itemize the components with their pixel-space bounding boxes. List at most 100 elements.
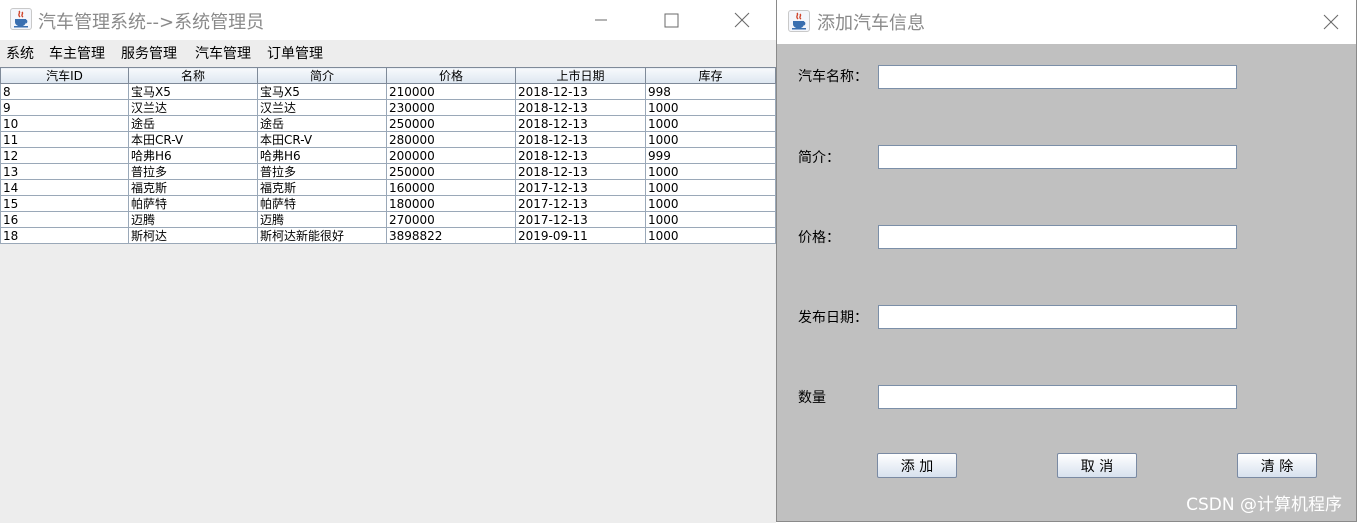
clear-button[interactable]: 清 除: [1237, 453, 1317, 478]
cell-car-id[interactable]: 10: [0, 115, 129, 132]
cell-release-date[interactable]: 2017-12-13: [515, 179, 646, 196]
column-header-name[interactable]: 名称: [128, 67, 258, 84]
cell-stock[interactable]: 1000: [645, 227, 776, 244]
cell-car-id[interactable]: 9: [0, 99, 129, 116]
cell-release-date[interactable]: 2017-12-13: [515, 195, 646, 212]
cell-price[interactable]: 250000: [386, 115, 516, 132]
cell-price[interactable]: 210000: [386, 83, 516, 100]
java-cup-icon: [788, 10, 810, 32]
table-row[interactable]: 14 福克斯 福克斯 160000 2017-12-13 1000: [0, 179, 776, 196]
cell-stock[interactable]: 1000: [645, 115, 776, 132]
cell-intro[interactable]: 宝马X5: [257, 83, 387, 100]
cell-intro[interactable]: 斯柯达新能很好: [257, 227, 387, 244]
cell-name[interactable]: 迈腾: [128, 211, 258, 228]
table-row[interactable]: 18 斯柯达 斯柯达新能很好 3898822 2019-09-11 1000: [0, 227, 776, 244]
cell-price[interactable]: 230000: [386, 99, 516, 116]
cell-price[interactable]: 280000: [386, 131, 516, 148]
cell-stock[interactable]: 1000: [645, 99, 776, 116]
cell-release-date[interactable]: 2018-12-13: [515, 163, 646, 180]
cell-car-id[interactable]: 13: [0, 163, 129, 180]
cell-intro[interactable]: 普拉多: [257, 163, 387, 180]
column-header-stock[interactable]: 库存: [645, 67, 776, 84]
cell-car-id[interactable]: 15: [0, 195, 129, 212]
quantity-input[interactable]: [878, 385, 1237, 409]
cell-price[interactable]: 250000: [386, 163, 516, 180]
cell-name[interactable]: 普拉多: [128, 163, 258, 180]
cell-car-id[interactable]: 16: [0, 211, 129, 228]
menu-order-management[interactable]: 订单管理: [267, 43, 323, 63]
cell-name[interactable]: 本田CR-V: [128, 131, 258, 148]
cell-intro[interactable]: 福克斯: [257, 179, 387, 196]
cell-release-date[interactable]: 2018-12-13: [515, 83, 646, 100]
cell-car-id[interactable]: 8: [0, 83, 129, 100]
cell-intro[interactable]: 哈弗H6: [257, 147, 387, 164]
cell-name[interactable]: 哈弗H6: [128, 147, 258, 164]
add-button[interactable]: 添 加: [877, 453, 957, 478]
cell-intro[interactable]: 帕萨特: [257, 195, 387, 212]
quantity-label: 数量: [798, 390, 826, 406]
minimize-icon[interactable]: [578, 0, 624, 40]
close-icon[interactable]: [1308, 0, 1354, 44]
cell-release-date[interactable]: 2019-09-11: [515, 227, 646, 244]
column-header-price[interactable]: 价格: [386, 67, 516, 84]
cell-price[interactable]: 180000: [386, 195, 516, 212]
cell-intro[interactable]: 汉兰达: [257, 99, 387, 116]
table-row[interactable]: 8 宝马X5 宝马X5 210000 2018-12-13 998: [0, 83, 776, 100]
cell-name[interactable]: 宝马X5: [128, 83, 258, 100]
table-row[interactable]: 13 普拉多 普拉多 250000 2018-12-13 1000: [0, 163, 776, 180]
intro-input[interactable]: [878, 145, 1237, 169]
cell-stock[interactable]: 999: [645, 147, 776, 164]
cell-intro[interactable]: 迈腾: [257, 211, 387, 228]
table-header-row: 汽车ID 名称 简介 价格 上市日期 库存: [0, 67, 776, 84]
column-header-car-id[interactable]: 汽车ID: [0, 67, 129, 84]
cell-release-date[interactable]: 2018-12-13: [515, 99, 646, 116]
release-date-input[interactable]: [878, 305, 1237, 329]
table-row[interactable]: 12 哈弗H6 哈弗H6 200000 2018-12-13 999: [0, 147, 776, 164]
table-row[interactable]: 9 汉兰达 汉兰达 230000 2018-12-13 1000: [0, 99, 776, 116]
cell-car-id[interactable]: 12: [0, 147, 129, 164]
menu-service-management[interactable]: 服务管理: [121, 43, 177, 63]
cell-intro[interactable]: 途岳: [257, 115, 387, 132]
table-row[interactable]: 10 途岳 途岳 250000 2018-12-13 1000: [0, 115, 776, 132]
cell-stock[interactable]: 1000: [645, 195, 776, 212]
table-row[interactable]: 15 帕萨特 帕萨特 180000 2017-12-13 1000: [0, 195, 776, 212]
table-row[interactable]: 11 本田CR-V 本田CR-V 280000 2018-12-13 1000: [0, 131, 776, 148]
cell-price[interactable]: 270000: [386, 211, 516, 228]
cell-release-date[interactable]: 2018-12-13: [515, 131, 646, 148]
cell-stock[interactable]: 998: [645, 83, 776, 100]
main-titlebar[interactable]: 汽车管理系统-->系统管理员: [0, 0, 776, 40]
cell-stock[interactable]: 1000: [645, 179, 776, 196]
maximize-icon[interactable]: [648, 0, 694, 40]
cell-price[interactable]: 3898822: [386, 227, 516, 244]
cell-car-id[interactable]: 18: [0, 227, 129, 244]
cell-release-date[interactable]: 2018-12-13: [515, 147, 646, 164]
cell-name[interactable]: 途岳: [128, 115, 258, 132]
cell-stock[interactable]: 1000: [645, 131, 776, 148]
cell-name[interactable]: 福克斯: [128, 179, 258, 196]
cell-price[interactable]: 200000: [386, 147, 516, 164]
cell-price[interactable]: 160000: [386, 179, 516, 196]
cell-name[interactable]: 斯柯达: [128, 227, 258, 244]
close-icon[interactable]: [719, 0, 765, 40]
menu-bar: 系统 车主管理 服务管理 汽车管理 订单管理: [0, 40, 776, 66]
cell-name[interactable]: 帕萨特: [128, 195, 258, 212]
cell-stock[interactable]: 1000: [645, 163, 776, 180]
cancel-button[interactable]: 取 消: [1057, 453, 1137, 478]
menu-car-management[interactable]: 汽车管理: [195, 43, 251, 63]
dialog-titlebar[interactable]: 添加汽车信息: [777, 0, 1356, 44]
price-input[interactable]: [878, 225, 1237, 249]
menu-owner-management[interactable]: 车主管理: [49, 43, 105, 63]
cell-intro[interactable]: 本田CR-V: [257, 131, 387, 148]
cell-release-date[interactable]: 2018-12-13: [515, 115, 646, 132]
table-row[interactable]: 16 迈腾 迈腾 270000 2017-12-13 1000: [0, 211, 776, 228]
car-name-input[interactable]: [878, 65, 1237, 89]
cell-car-id[interactable]: 14: [0, 179, 129, 196]
cell-name[interactable]: 汉兰达: [128, 99, 258, 116]
cell-stock[interactable]: 1000: [645, 211, 776, 228]
column-header-intro[interactable]: 简介: [257, 67, 387, 84]
cell-release-date[interactable]: 2017-12-13: [515, 211, 646, 228]
add-car-dialog: 添加汽车信息 汽车名称： 简介： 价格： 发布日期： 数量 添 加 取 消 清 …: [776, 0, 1357, 522]
cell-car-id[interactable]: 11: [0, 131, 129, 148]
column-header-release-date[interactable]: 上市日期: [515, 67, 646, 84]
menu-system[interactable]: 系统: [6, 43, 34, 63]
